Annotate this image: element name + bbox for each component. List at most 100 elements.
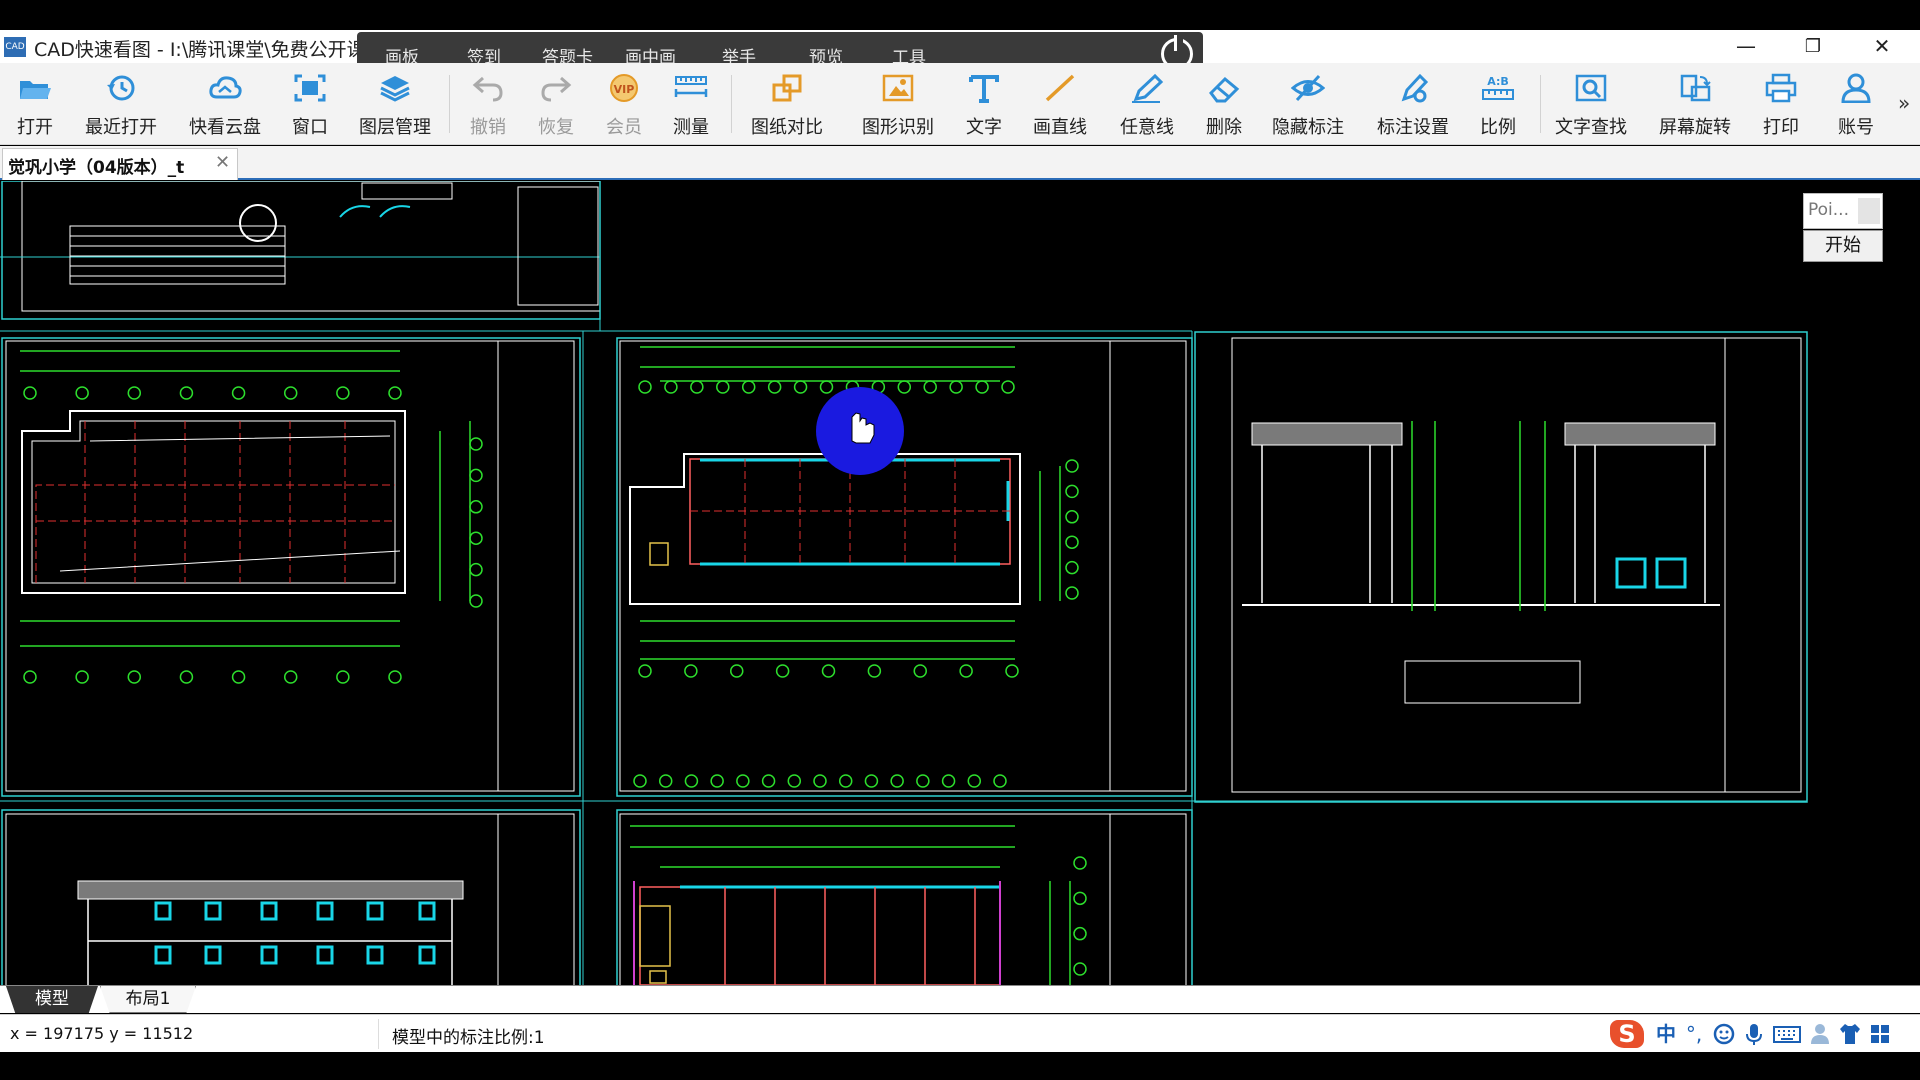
grid-axis-bubble <box>923 380 937 394</box>
toolbar-separator <box>731 75 732 133</box>
print-label: 打印 <box>1763 117 1799 138</box>
text-button[interactable]: 文字 <box>958 63 1010 145</box>
text-search-icon <box>1575 74 1607 102</box>
toolbar-more-button[interactable]: » <box>1898 91 1910 115</box>
sheet-frame-elevations <box>1194 331 1808 803</box>
open-button[interactable]: 打开 <box>8 63 62 145</box>
dimension-line-top <box>640 346 1015 382</box>
grid-axis-bubble <box>231 670 246 684</box>
rotate-screen-button[interactable]: 屏幕旋转 <box>1652 63 1738 145</box>
ime-language-toggle[interactable]: 中 <box>1654 1020 1678 1048</box>
dimension-line-bottom <box>20 620 400 647</box>
grid-axis-bubble <box>283 386 298 400</box>
sheet-frame-floor-plan <box>616 809 1193 985</box>
start-button[interactable]: 开始 <box>1803 230 1883 262</box>
point-search-input[interactable]: Poi... <box>1803 193 1883 229</box>
scale-button[interactable]: A:B 比例 <box>1472 63 1524 145</box>
document-tab[interactable]: 觉巩小学（04版本）_t ✕ <box>2 148 238 180</box>
recent-open-button[interactable]: 最近打开 <box>78 63 164 145</box>
sogou-logo-icon[interactable]: S <box>1610 1020 1644 1048</box>
plan-stair <box>649 542 669 566</box>
compare-drawings-button[interactable]: 图纸对比 <box>744 63 830 145</box>
annotation-settings-label: 标注设置 <box>1377 117 1449 138</box>
delete-button[interactable]: 删除 <box>1198 63 1250 145</box>
grid-menu-icon[interactable] <box>1868 1020 1892 1048</box>
dimension-line-right <box>439 421 471 601</box>
layer-manager-label: 图层管理 <box>359 117 431 138</box>
close-icon[interactable]: ✕ <box>215 152 230 173</box>
shirt-icon[interactable] <box>1838 1020 1862 1048</box>
eye-hidden-icon <box>1291 74 1325 102</box>
freehand-line-button[interactable]: 任意线 <box>1118 63 1176 145</box>
grid-axis-bubble <box>638 664 652 678</box>
text-search-button[interactable]: 文字查找 <box>1548 63 1634 145</box>
grid-axis-bubble <box>1073 926 1087 941</box>
grid-axis-bubble <box>767 380 782 394</box>
print-button[interactable]: 打印 <box>1755 63 1807 145</box>
document-tab-label: 觉巩小学（04版本）_t <box>8 158 185 178</box>
grid-axis-bubble <box>1073 962 1087 976</box>
restore-button[interactable]: ❐ <box>1785 30 1841 63</box>
close-button[interactable]: ✕ <box>1854 30 1910 63</box>
roof-slope <box>59 435 401 572</box>
notes-table <box>69 225 286 285</box>
annotation-settings-button[interactable]: 标注设置 <box>1370 63 1456 145</box>
microphone-icon[interactable] <box>1742 1020 1766 1048</box>
grid-axis-bubble <box>633 774 647 788</box>
tab-layout1[interactable]: 布局1 <box>100 986 196 1013</box>
cloud-disk-button[interactable]: 快看云盘 <box>182 63 268 145</box>
plan-wall <box>724 887 976 985</box>
grid-axis-bubble <box>684 664 698 678</box>
clock-history-icon <box>107 75 135 101</box>
grid-axis-bubble <box>658 774 673 788</box>
shape-recognition-button[interactable]: 图形识别 <box>855 63 941 145</box>
redo-button[interactable]: 恢复 <box>530 63 582 145</box>
layer-manager-button[interactable]: 图层管理 <box>352 63 438 145</box>
dimension-line-bottom <box>640 620 1015 660</box>
drawing-border <box>619 340 1187 792</box>
emoji-icon[interactable] <box>1712 1020 1736 1048</box>
tab-model[interactable]: 模型 <box>6 986 98 1013</box>
grid-axis-bubble <box>1065 560 1079 575</box>
main-toolbar: 打开 最近打开 快看云盘 窗口 图层管理 撤销 恢复 VIP 会员 测量 图纸对… <box>0 63 1920 145</box>
grid-axis-bubble <box>127 386 142 400</box>
grid-axis-bubble <box>793 380 808 394</box>
undo-button[interactable]: 撤销 <box>462 63 514 145</box>
title-block <box>1109 813 1187 985</box>
ime-punctuation-toggle[interactable]: °, <box>1682 1020 1706 1048</box>
grid-axis-bubble <box>664 380 678 394</box>
hide-annotations-button[interactable]: 隐藏标注 <box>1265 63 1351 145</box>
dimension-line-right <box>1049 881 1071 985</box>
schedule-table <box>1404 660 1581 704</box>
user-tray-icon[interactable] <box>1808 1020 1832 1048</box>
compare-icon <box>772 74 802 102</box>
grid-axis-bubble <box>469 468 483 483</box>
keyboard-icon[interactable] <box>1772 1020 1802 1048</box>
compare-drawings-label: 图纸对比 <box>751 117 823 138</box>
window-fit-button[interactable]: 窗口 <box>284 63 336 145</box>
draw-line-button[interactable]: 画直线 <box>1031 63 1089 145</box>
grid-axis-bubble <box>1065 586 1079 600</box>
vip-button[interactable]: VIP 会员 <box>598 63 650 145</box>
grid-axis-bubble <box>690 380 704 394</box>
grid-axis-bubble <box>967 774 982 788</box>
scale-label: 比例 <box>1480 117 1516 138</box>
rotate-screen-label: 屏幕旋转 <box>1659 117 1731 138</box>
grid-axis-bubble <box>388 386 402 400</box>
redo-icon <box>541 76 572 102</box>
roof-hatch <box>1251 422 1403 446</box>
text-label: 文字 <box>966 117 1002 138</box>
text-icon <box>969 75 999 103</box>
grid-axis-bubble <box>336 670 350 684</box>
drawing-canvas[interactable] <box>0 181 1920 985</box>
cad-drawing[interactable] <box>0 181 1920 985</box>
shape-recognize-icon <box>882 74 914 102</box>
window-fit-icon <box>294 74 326 102</box>
grid-axis-bubble <box>469 562 483 577</box>
account-label: 账号 <box>1838 117 1874 138</box>
minimize-button[interactable]: — <box>1718 30 1774 63</box>
measure-button[interactable]: 测量 <box>665 63 717 145</box>
shape-recognition-label: 图形识别 <box>862 117 934 138</box>
ruler-icon <box>674 76 708 97</box>
account-button[interactable]: 账号 <box>1830 63 1882 145</box>
